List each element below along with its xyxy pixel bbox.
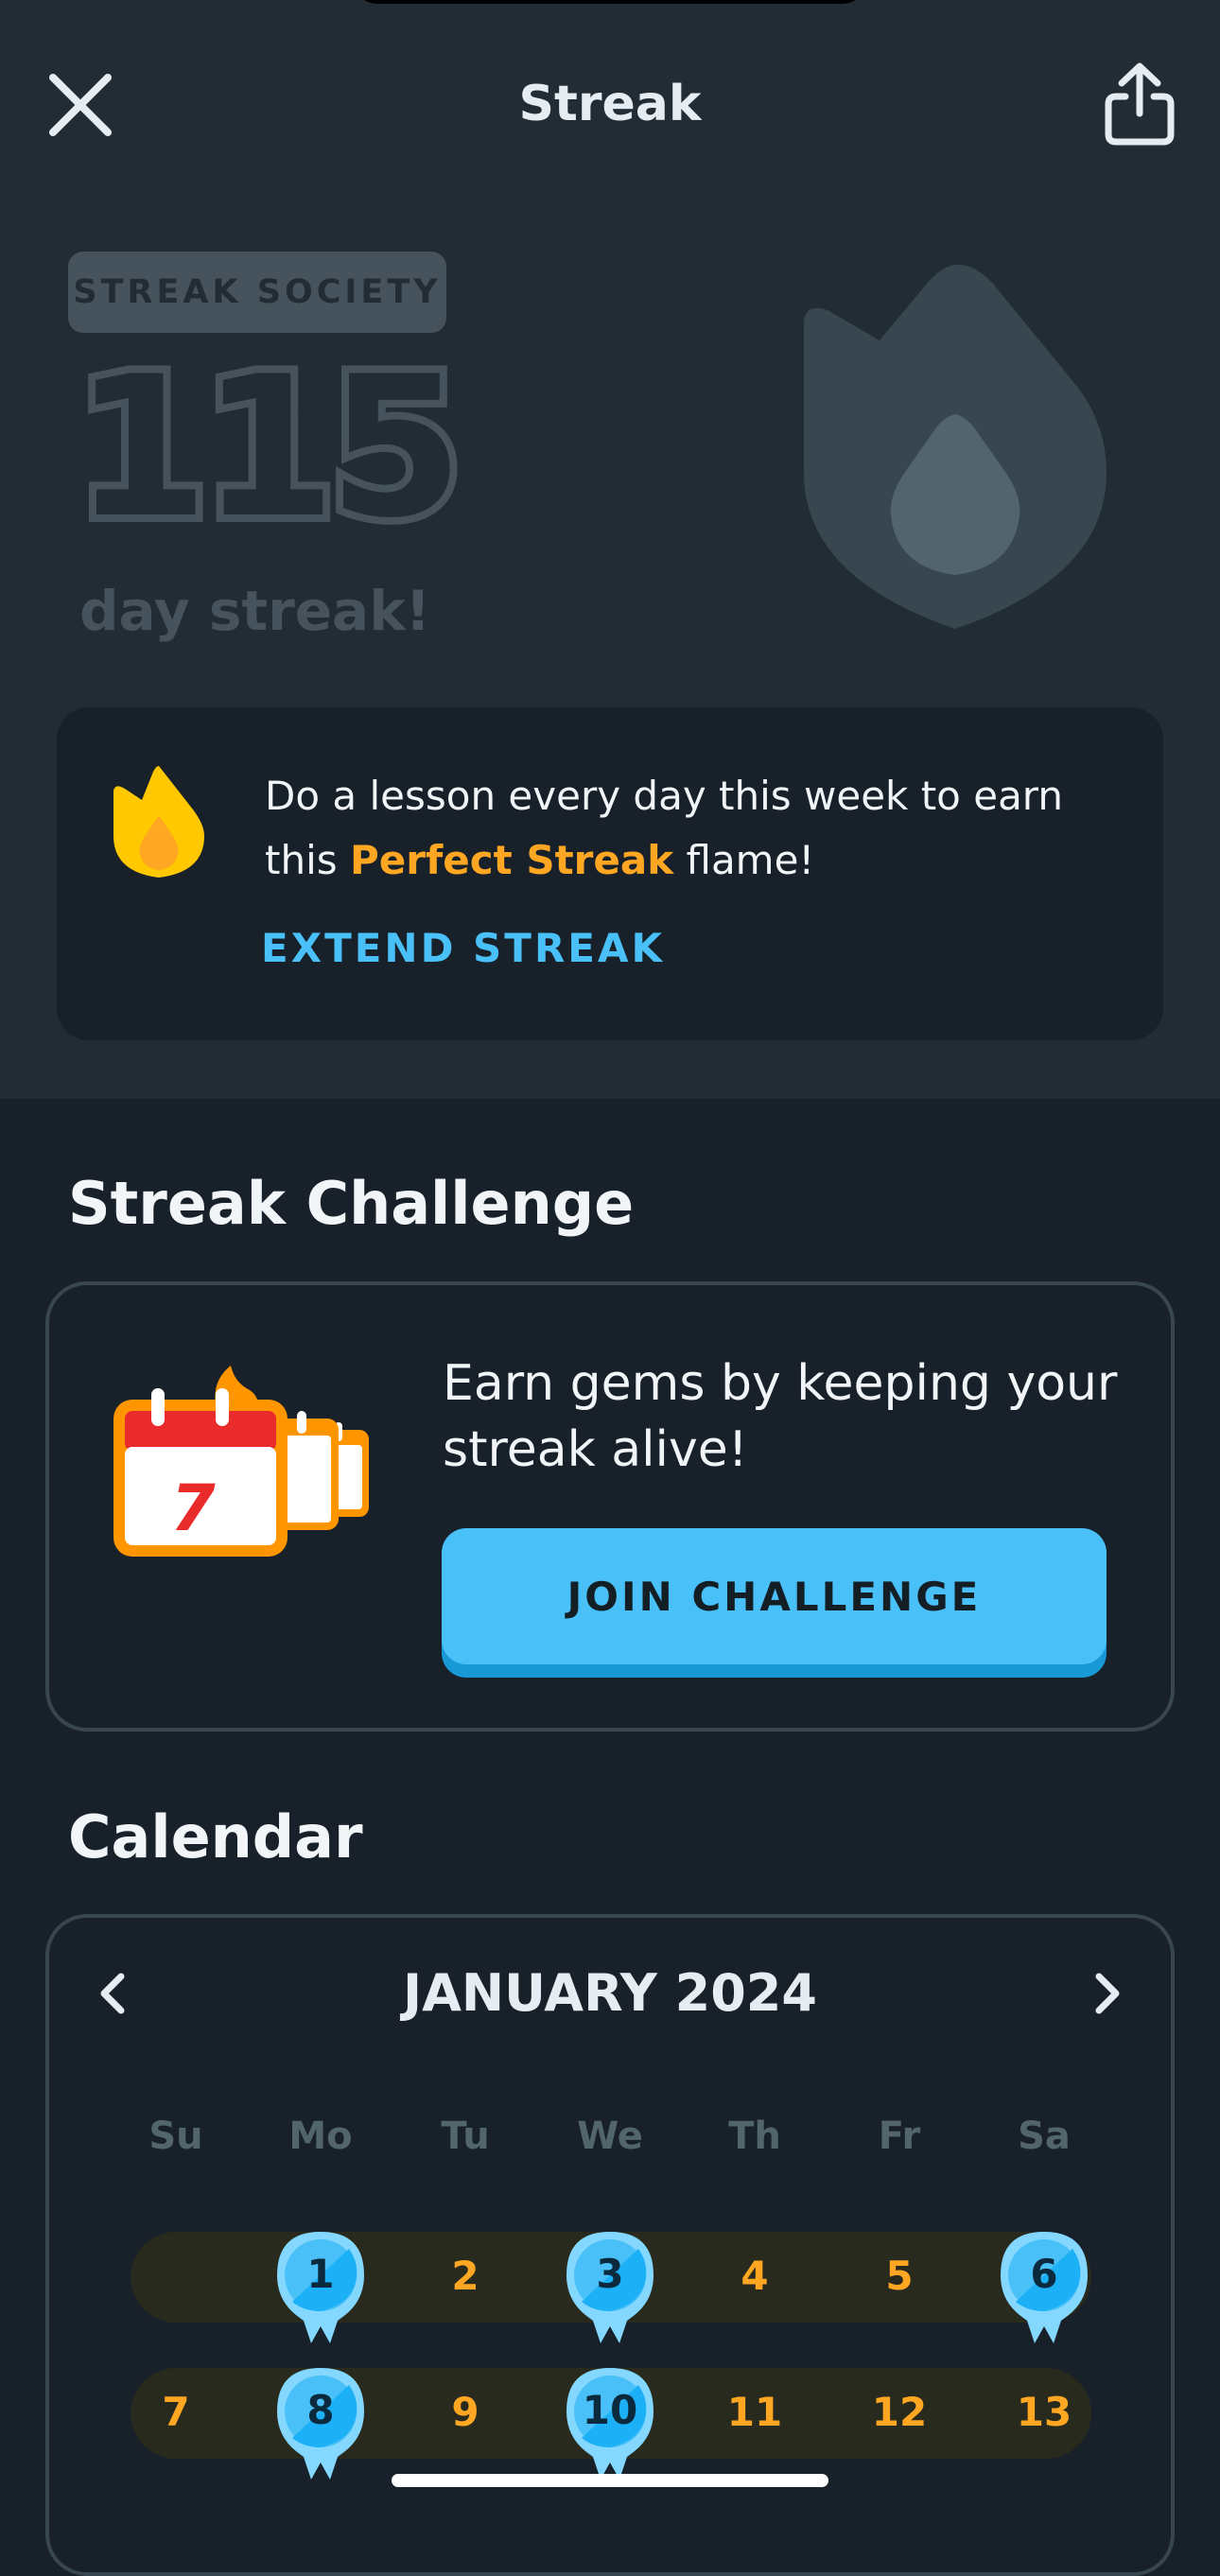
calendar-title: Calendar: [68, 1802, 363, 1871]
calendar-icon: 7: [113, 1366, 369, 1557]
calendar-day-number: 1: [306, 2251, 335, 2297]
weekday-label: Sa: [1018, 2115, 1071, 2158]
calendar-day[interactable]: 5: [852, 2253, 947, 2299]
weekday-label: Th: [728, 2115, 781, 2158]
calendar-icon-day: 7: [170, 1471, 216, 1546]
calendar-day-number: 8: [306, 2387, 335, 2433]
calendar-day[interactable]: 13: [997, 2389, 1091, 2435]
streak-count: 115: [66, 336, 471, 561]
calendar-day[interactable]: 12: [852, 2389, 947, 2435]
calendar-day[interactable]: 4: [707, 2253, 802, 2299]
streak-challenge-title: Streak Challenge: [68, 1169, 635, 1238]
chevron-right-icon[interactable]: [1091, 1971, 1125, 2016]
weekday-label: Fr: [878, 2115, 921, 2158]
calendar-day[interactable]: 11: [707, 2389, 802, 2435]
challenge-description: Earn gems by keeping your streak alive!: [443, 1355, 1118, 1478]
extend-streak-link[interactable]: EXTEND STREAK: [261, 925, 665, 971]
weekday-label: Mo: [288, 2115, 353, 2158]
calendar-day-frozen[interactable]: 10: [561, 2364, 659, 2480]
calendar-day-number: 6: [1030, 2251, 1058, 2297]
join-challenge-button[interactable]: JOIN CHALLENGE: [442, 1528, 1107, 1664]
flame-icon: [804, 264, 1107, 629]
perfect-streak-text: Do a lesson every day this week to earn …: [265, 764, 1116, 893]
calendar-month: JANUARY 2024: [403, 1963, 817, 2023]
device-notch: [350, 0, 870, 4]
calendar-day-frozen[interactable]: 1: [271, 2228, 370, 2343]
perfect-streak-flame-icon: [113, 766, 204, 878]
weekday-label: We: [577, 2115, 643, 2158]
perfect-text-after: flame!: [673, 837, 815, 883]
weekday-label: Tu: [441, 2115, 490, 2158]
calendar-day-number: 3: [596, 2251, 624, 2297]
calendar-day[interactable]: 7: [129, 2389, 223, 2435]
share-icon[interactable]: [1103, 61, 1176, 148]
weekday-label: Su: [148, 2115, 203, 2158]
calendar-day-frozen[interactable]: 6: [995, 2228, 1093, 2343]
streak-label: day streak!: [79, 579, 431, 643]
streak-society-badge: STREAK SOCIETY: [68, 252, 446, 333]
calendar-day-frozen[interactable]: 3: [561, 2228, 659, 2343]
calendar-day[interactable]: 9: [418, 2389, 513, 2435]
calendar-day-number: 10: [582, 2387, 638, 2433]
page-title: Streak: [518, 76, 702, 132]
perfect-streak-highlight: Perfect Streak: [350, 837, 674, 883]
calendar-day[interactable]: 2: [418, 2253, 513, 2299]
home-indicator: [392, 2474, 828, 2487]
calendar-day-frozen[interactable]: 8: [271, 2364, 370, 2480]
